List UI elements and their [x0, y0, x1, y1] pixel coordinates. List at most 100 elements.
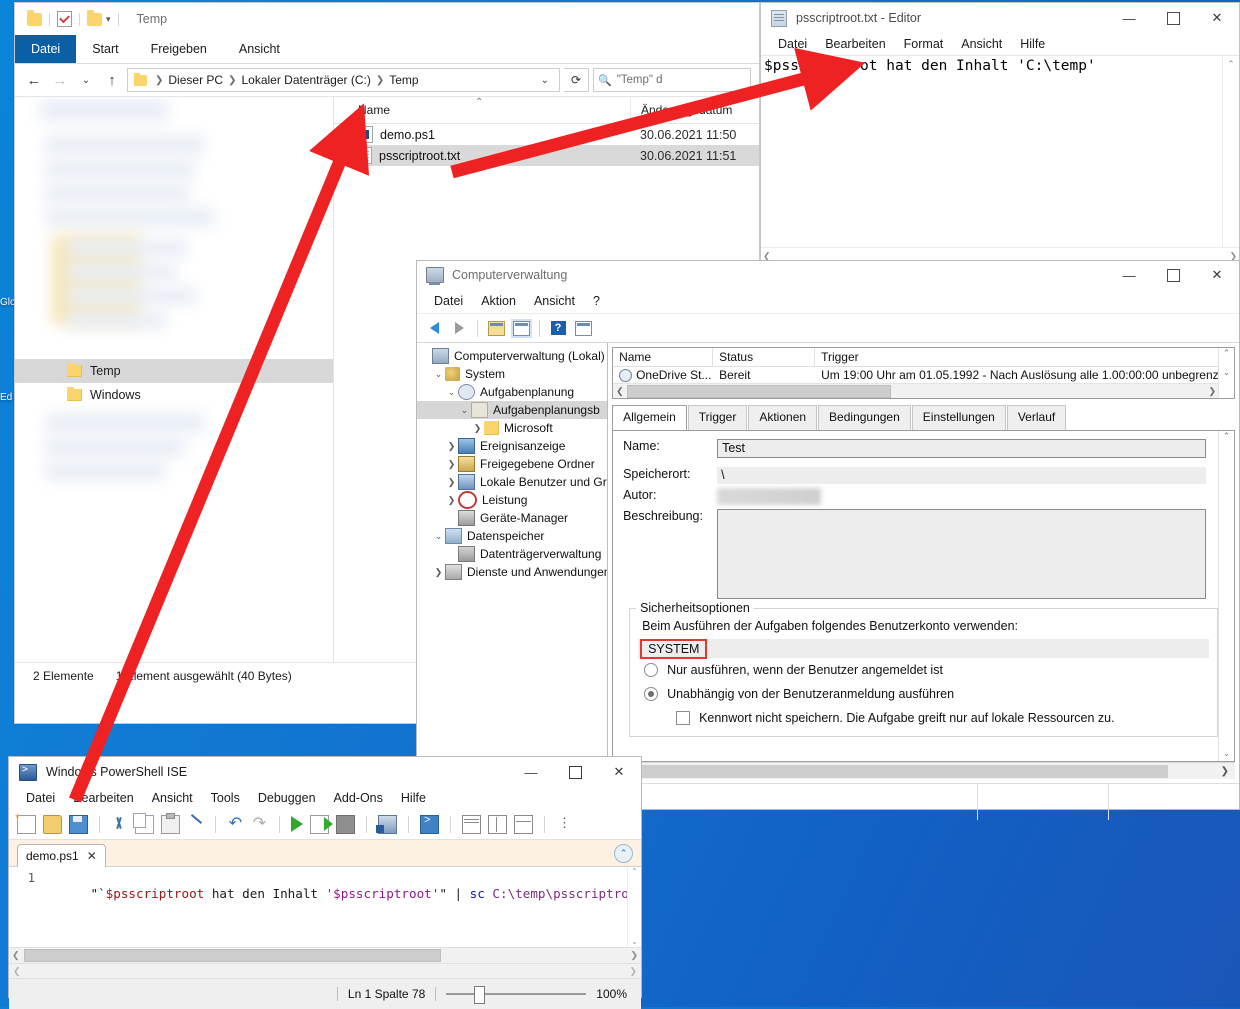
- minimize-button[interactable]: —: [1107, 260, 1151, 290]
- scroll-right-icon[interactable]: ❯: [630, 950, 638, 961]
- file-name-cell[interactable]: psscriptroot.txt: [334, 147, 630, 164]
- close-icon[interactable]: ✕: [87, 849, 97, 863]
- file-name-cell[interactable]: demo.ps1: [334, 126, 630, 143]
- code-line[interactable]: "`$psscriptroot hat den Inhalt '$psscrip…: [45, 871, 642, 916]
- tree-node-8[interactable]: ❯ Leistung: [417, 491, 607, 509]
- minimize-button[interactable]: —: [1107, 3, 1151, 33]
- column-header-trigger[interactable]: Trigger: [815, 348, 1234, 366]
- up-folder-icon[interactable]: [485, 317, 507, 339]
- properties-icon[interactable]: [57, 11, 72, 27]
- table-row[interactable]: psscriptroot.txt 30.06.2021 11:51: [334, 145, 759, 166]
- tree-node-7[interactable]: ❯ Lokale Benutzer und Gru: [417, 473, 607, 491]
- layout-top-bottom-icon[interactable]: [462, 814, 481, 834]
- ise-title-bar[interactable]: Windows PowerShell ISE — ✕: [9, 757, 641, 787]
- chevron-right-icon[interactable]: ❯: [445, 495, 458, 506]
- tree-node-10[interactable]: ⌄ Datenspeicher: [417, 527, 607, 545]
- scroll-left-icon[interactable]: ❮: [12, 950, 20, 961]
- vertical-scrollbar[interactable]: ⌃ ⌄: [1218, 348, 1234, 398]
- scroll-left-icon[interactable]: ❮: [613, 386, 627, 397]
- computer-management-window[interactable]: Computerverwaltung — ✕ Datei Aktion Ansi…: [416, 260, 1240, 820]
- script-pane-horizontal-scrollbar[interactable]: ❮ ❯: [9, 947, 641, 963]
- maximize-button[interactable]: [1151, 260, 1195, 290]
- radio-icon-selected[interactable]: [644, 687, 659, 701]
- up-arrow-icon[interactable]: ↑: [101, 69, 123, 91]
- menu-item-addons[interactable]: Add-Ons: [325, 791, 392, 805]
- window-controls[interactable]: — ✕: [1107, 260, 1239, 290]
- chevron-right-icon[interactable]: ❯: [432, 567, 445, 578]
- tree-node-1[interactable]: ⌄ System: [417, 365, 607, 383]
- horizontal-scrollbar[interactable]: ❮ ❯: [613, 383, 1219, 398]
- close-button[interactable]: ✕: [597, 757, 641, 787]
- notepad-window[interactable]: psscriptroot.txt - Editor — ✕ Datei Bear…: [760, 2, 1240, 266]
- ribbon-tab-freigeben[interactable]: Freigeben: [135, 35, 223, 63]
- chevron-right-icon[interactable]: ❯: [445, 477, 458, 488]
- show-hide-console-tree-icon[interactable]: [510, 317, 532, 339]
- task-list-header[interactable]: Name Status Trigger: [613, 348, 1234, 367]
- radio-run-whether-user-logged-on-or-not[interactable]: Unabhängig von der Benutzeranmeldung aus…: [638, 682, 1209, 706]
- name-input[interactable]: Test: [717, 439, 1206, 458]
- ribbon-tab-start[interactable]: Start: [76, 35, 134, 63]
- powershell-ise-window[interactable]: Windows PowerShell ISE — ✕ Datei Bearbei…: [8, 756, 642, 1009]
- layout-side-by-side-icon[interactable]: [488, 814, 507, 834]
- radio-run-only-when-logged-in[interactable]: Nur ausführen, wenn der Benutzer angemel…: [638, 658, 1209, 682]
- console-tree[interactable]: Computerverwaltung (Lokal) ⌄ System ⌄ Aufgab…: [417, 343, 609, 783]
- tab-allgemein[interactable]: Allgemein: [612, 405, 687, 430]
- menu-item-datei[interactable]: Datei: [425, 294, 472, 308]
- tree-node-3[interactable]: ⌄ Aufgabenplanungsb: [417, 401, 608, 419]
- save-icon[interactable]: [69, 814, 88, 834]
- chevron-down-icon[interactable]: ⌄: [445, 387, 458, 398]
- tree-node-4[interactable]: ❯ Microsoft: [417, 419, 607, 437]
- new-folder-icon[interactable]: [87, 9, 102, 26]
- menu-item-datei[interactable]: Datei: [17, 791, 64, 805]
- chevron-right-icon[interactable]: ❯: [445, 459, 458, 470]
- menu-item-format[interactable]: Format: [895, 37, 953, 51]
- minimize-button[interactable]: —: [509, 757, 553, 787]
- breadcrumb-item-2[interactable]: Temp: [386, 73, 421, 87]
- nav-item-temp[interactable]: Temp: [15, 359, 333, 383]
- menu-item-ansicht[interactable]: Ansicht: [525, 294, 584, 308]
- radio-icon[interactable]: [644, 663, 659, 677]
- scroll-down-icon[interactable]: ⌄: [1219, 367, 1234, 378]
- tab-einstellungen[interactable]: Einstellungen: [911, 405, 1006, 430]
- tree-node-6[interactable]: ❯ Freigegebene Ordner: [417, 455, 607, 473]
- checkbox-icon[interactable]: [676, 711, 691, 725]
- ise-tab-strip[interactable]: demo.ps1 ✕ ⌃: [9, 840, 641, 867]
- open-file-icon[interactable]: [43, 814, 62, 834]
- tab-aktionen[interactable]: Aktionen: [748, 405, 818, 430]
- console-pane-scrollbar[interactable]: ❮ ❯: [9, 963, 641, 978]
- scroll-down-icon[interactable]: ⌄: [1219, 748, 1234, 759]
- window-controls[interactable]: — ✕: [509, 757, 641, 787]
- scrollbar-thumb[interactable]: [23, 949, 441, 962]
- recent-locations-icon[interactable]: ⌄: [75, 69, 97, 91]
- zoom-slider[interactable]: [446, 986, 587, 1004]
- scroll-up-icon[interactable]: ⌃: [628, 867, 641, 876]
- compmgmt-title-bar[interactable]: Computerverwaltung — ✕: [417, 261, 1239, 289]
- explorer-address-bar[interactable]: ← → ⌄ ↑ ❯ Dieser PC ❯ Lokaler Datenträge…: [15, 64, 759, 96]
- nav-item-windows[interactable]: Windows: [15, 383, 333, 407]
- tree-node-12[interactable]: ❯ Dienste und Anwendungen: [417, 563, 607, 581]
- layout-maximize-icon[interactable]: [514, 814, 533, 834]
- tab-bedingungen[interactable]: Bedingungen: [818, 405, 911, 430]
- scrollbar-thumb[interactable]: [612, 764, 1169, 778]
- menu-item-ansicht[interactable]: Ansicht: [143, 791, 202, 805]
- tree-node-0[interactable]: Computerverwaltung (Lokal): [417, 347, 607, 365]
- table-row[interactable]: OneDrive St... Bereit Um 19:00 Uhr am 01…: [613, 367, 1234, 383]
- scroll-up-icon[interactable]: ⌃: [1223, 56, 1239, 72]
- task-property-tabs[interactable]: Allgemein Trigger Aktionen Bedingungen E…: [612, 405, 1235, 430]
- cut-icon[interactable]: [111, 816, 128, 833]
- detail-horizontal-scrollbar[interactable]: ❯: [612, 762, 1235, 779]
- back-arrow-icon[interactable]: ←: [23, 69, 45, 91]
- chevron-down-icon[interactable]: ⌄: [432, 369, 445, 380]
- show-console-icon[interactable]: [420, 814, 439, 834]
- breadcrumb-item-1[interactable]: Lokaler Datenträger (C:): [238, 73, 373, 87]
- task-list-view[interactable]: Name Status Trigger OneDrive St... Berei…: [612, 347, 1235, 399]
- scroll-left-icon[interactable]: ❮: [13, 966, 21, 977]
- back-arrow-icon[interactable]: [423, 317, 445, 339]
- redo-icon[interactable]: ↷: [251, 815, 268, 833]
- copy-icon[interactable]: [133, 812, 154, 834]
- toolbar-overflow-icon[interactable]: ⋮: [556, 816, 573, 833]
- vertical-scrollbar[interactable]: ⌃ ⌄: [1222, 56, 1239, 264]
- ise-toolbar[interactable]: ↶ ↷ ⋮: [9, 809, 641, 840]
- run-selection-icon[interactable]: [310, 814, 333, 834]
- undo-icon[interactable]: ↶: [227, 815, 244, 833]
